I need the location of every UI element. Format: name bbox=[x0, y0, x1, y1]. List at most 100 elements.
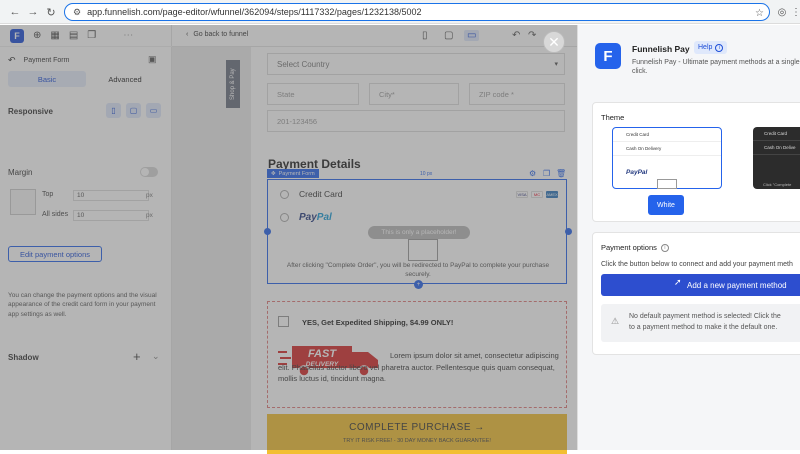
add-below-icon[interactable]: + bbox=[414, 280, 423, 289]
redirect-window-icon bbox=[657, 179, 677, 189]
save-icon[interactable]: ▣ bbox=[148, 54, 157, 65]
order-bump[interactable]: YES, Get Expedited Shipping, $4.99 ONLY!… bbox=[267, 301, 567, 408]
payment-options-label: Payment options i bbox=[601, 243, 669, 252]
payment-options-text: Payment options bbox=[601, 243, 657, 252]
tablet-view-icon[interactable]: ▢ bbox=[444, 30, 453, 41]
undo-icon[interactable]: ↶ bbox=[512, 30, 520, 41]
extension-icon[interactable]: ◎ bbox=[775, 5, 789, 19]
payment-form-tag-text: Payment Form bbox=[278, 170, 315, 177]
edit-payment-options-button[interactable]: Edit payment options bbox=[8, 246, 102, 262]
state-input[interactable]: State bbox=[267, 83, 359, 105]
mobile-view-icon[interactable]: ▯ bbox=[422, 30, 428, 41]
more-icon[interactable]: ⋯ bbox=[123, 30, 133, 41]
close-icon[interactable]: ✕ bbox=[543, 31, 565, 53]
margin-sides-input[interactable]: 10 bbox=[73, 210, 149, 221]
credit-card-option[interactable]: Credit Card VISA MC AMEX bbox=[268, 183, 566, 205]
mouse-cursor-icon: ➚ bbox=[674, 277, 682, 287]
theme-row: Cash On Delive bbox=[753, 141, 800, 155]
chevron-left-icon: ‹ bbox=[186, 31, 189, 38]
delete-icon[interactable]: 🗑 bbox=[556, 169, 566, 178]
back-icon[interactable]: ↶ bbox=[8, 55, 16, 66]
paypal-logo-pay: Pay bbox=[299, 211, 317, 223]
layers-icon[interactable]: ▦ bbox=[50, 30, 59, 41]
panel-title: ↶ Payment Form bbox=[8, 55, 69, 66]
guarantee-text: TRY IT RISK FREE! - 30 DAY MONEY BACK GU… bbox=[343, 438, 491, 444]
margin-top-label: Top bbox=[42, 191, 54, 198]
duplicate-icon[interactable]: ❐ bbox=[87, 30, 96, 41]
payment-form[interactable]: Credit Card VISA MC AMEX PayPal This is … bbox=[264, 179, 572, 289]
resize-handle-right[interactable] bbox=[565, 228, 572, 235]
bookmark-star-icon[interactable]: ☆ bbox=[755, 8, 764, 19]
margin-toggle[interactable] bbox=[140, 167, 158, 177]
add-payment-method-button[interactable]: Add a new payment method bbox=[601, 274, 800, 296]
funnelish-pay-panel: F Funnelish Pay Help i Funnelish Pay - U… bbox=[577, 25, 800, 450]
tab-basic[interactable]: Basic bbox=[8, 71, 86, 87]
mobile-device-icon[interactable]: ▯ bbox=[106, 103, 121, 118]
no-default-warning: ⚠ No default payment method is selected!… bbox=[601, 304, 800, 342]
page-settings-icon[interactable]: ▤ bbox=[69, 30, 78, 41]
forward-arrow-icon[interactable]: → bbox=[26, 5, 40, 19]
panel-title: Funnelish Pay bbox=[632, 44, 690, 54]
menu-dots-icon[interactable]: ⋮ bbox=[789, 5, 800, 19]
px-unit: px bbox=[146, 192, 153, 199]
payment-options-card: Payment options i Click the button below… bbox=[592, 232, 800, 355]
desktop-view-icon[interactable]: ▭ bbox=[464, 30, 480, 41]
country-select[interactable]: Select Country ▾ bbox=[267, 53, 565, 75]
add-element-icon[interactable]: ⊕ bbox=[33, 30, 41, 41]
theme-dark-footer: Click "Complete bbox=[763, 182, 792, 187]
warning-text: No default payment method is selected! C… bbox=[629, 312, 800, 333]
reload-icon[interactable]: ↻ bbox=[44, 5, 58, 19]
add-shadow-icon[interactable]: + bbox=[133, 349, 141, 364]
paypal-logo: PayPal bbox=[299, 212, 332, 223]
radio-button[interactable] bbox=[280, 212, 289, 222]
amex-logo: AMEX bbox=[546, 190, 558, 198]
payment-form-tag[interactable]: ✥ Payment Form bbox=[267, 169, 319, 178]
copy-icon[interactable]: ❐ bbox=[543, 169, 550, 178]
order-bump-text: Lorem ipsum dolor sit amet, consectetur … bbox=[278, 351, 559, 384]
theme-row: Credit Card bbox=[753, 127, 800, 141]
zip-input[interactable]: ZIP code * bbox=[469, 83, 565, 105]
back-to-funnel-text: Go back to funnel bbox=[193, 31, 249, 38]
resize-handle-left[interactable] bbox=[264, 228, 271, 235]
margin-top-input[interactable]: 10 bbox=[73, 190, 149, 201]
info-icon[interactable]: i bbox=[660, 243, 669, 252]
margin-marker: 10 px bbox=[420, 171, 433, 177]
credit-card-label: Credit Card bbox=[299, 189, 343, 199]
redirect-text: After clicking "Complete Order", you wil… bbox=[286, 262, 550, 278]
responsive-label: Responsive bbox=[8, 107, 53, 116]
theme-label: Theme bbox=[601, 113, 625, 122]
chevron-down-icon[interactable]: ⌄ bbox=[152, 351, 160, 362]
card-logos: VISA MC AMEX bbox=[516, 190, 558, 198]
canvas-header: ‹ Go back to funnel ▯ ▢ ▭ ↶ ↷ bbox=[172, 25, 577, 47]
redo-icon[interactable]: ↷ bbox=[528, 30, 536, 41]
tab-advanced[interactable]: Advanced bbox=[86, 71, 164, 87]
visa-logo: VISA bbox=[516, 190, 528, 198]
page-canvas: Select Country ▾ State City* ZIP code * … bbox=[251, 47, 581, 454]
settings-icon[interactable]: ⚙ bbox=[529, 169, 536, 178]
back-to-funnel-link[interactable]: ‹ Go back to funnel bbox=[186, 31, 248, 38]
paypal-option[interactable]: PayPal bbox=[268, 206, 566, 228]
funnelish-logo[interactable]: F bbox=[10, 28, 24, 43]
theme-white-preview[interactable]: Credit Card Cash On Delivery PayPal bbox=[612, 127, 722, 189]
back-arrow-icon[interactable]: ← bbox=[8, 5, 22, 19]
site-info-icon[interactable]: ⚙ bbox=[73, 7, 81, 18]
white-theme-button[interactable]: White bbox=[648, 195, 684, 215]
warning-icon: ⚠ bbox=[611, 316, 620, 326]
theme-dark-preview[interactable]: Credit Card Cash On Delive Click "Comple… bbox=[753, 127, 800, 189]
move-icon[interactable]: ✥ bbox=[271, 171, 276, 177]
payment-options-description: Click the button below to connect and ad… bbox=[601, 261, 793, 268]
side-strip-label[interactable]: Shop & Pay bbox=[226, 60, 240, 108]
desktop-device-icon[interactable]: ▭ bbox=[146, 103, 161, 118]
address-bar[interactable]: ⚙ app.funnelish.com/page-editor/wfunnel/… bbox=[64, 3, 770, 21]
complete-purchase-button[interactable]: COMPLETE PURCHASE → TRY IT RISK FREE! - … bbox=[267, 414, 567, 454]
theme-row: Cash On Delivery bbox=[613, 142, 721, 156]
radio-button[interactable] bbox=[280, 189, 289, 199]
help-button[interactable]: Help i bbox=[694, 41, 728, 54]
tablet-device-icon[interactable]: ▢ bbox=[126, 103, 141, 118]
order-bump-checkbox[interactable] bbox=[278, 316, 289, 327]
city-input[interactable]: City* bbox=[369, 83, 459, 105]
paypal-logo-pal: Pal bbox=[316, 211, 332, 223]
settings-tabs: Basic Advanced bbox=[8, 71, 164, 87]
phone-input[interactable]: 201-123456 bbox=[267, 110, 565, 132]
margin-label: Margin bbox=[8, 168, 33, 177]
